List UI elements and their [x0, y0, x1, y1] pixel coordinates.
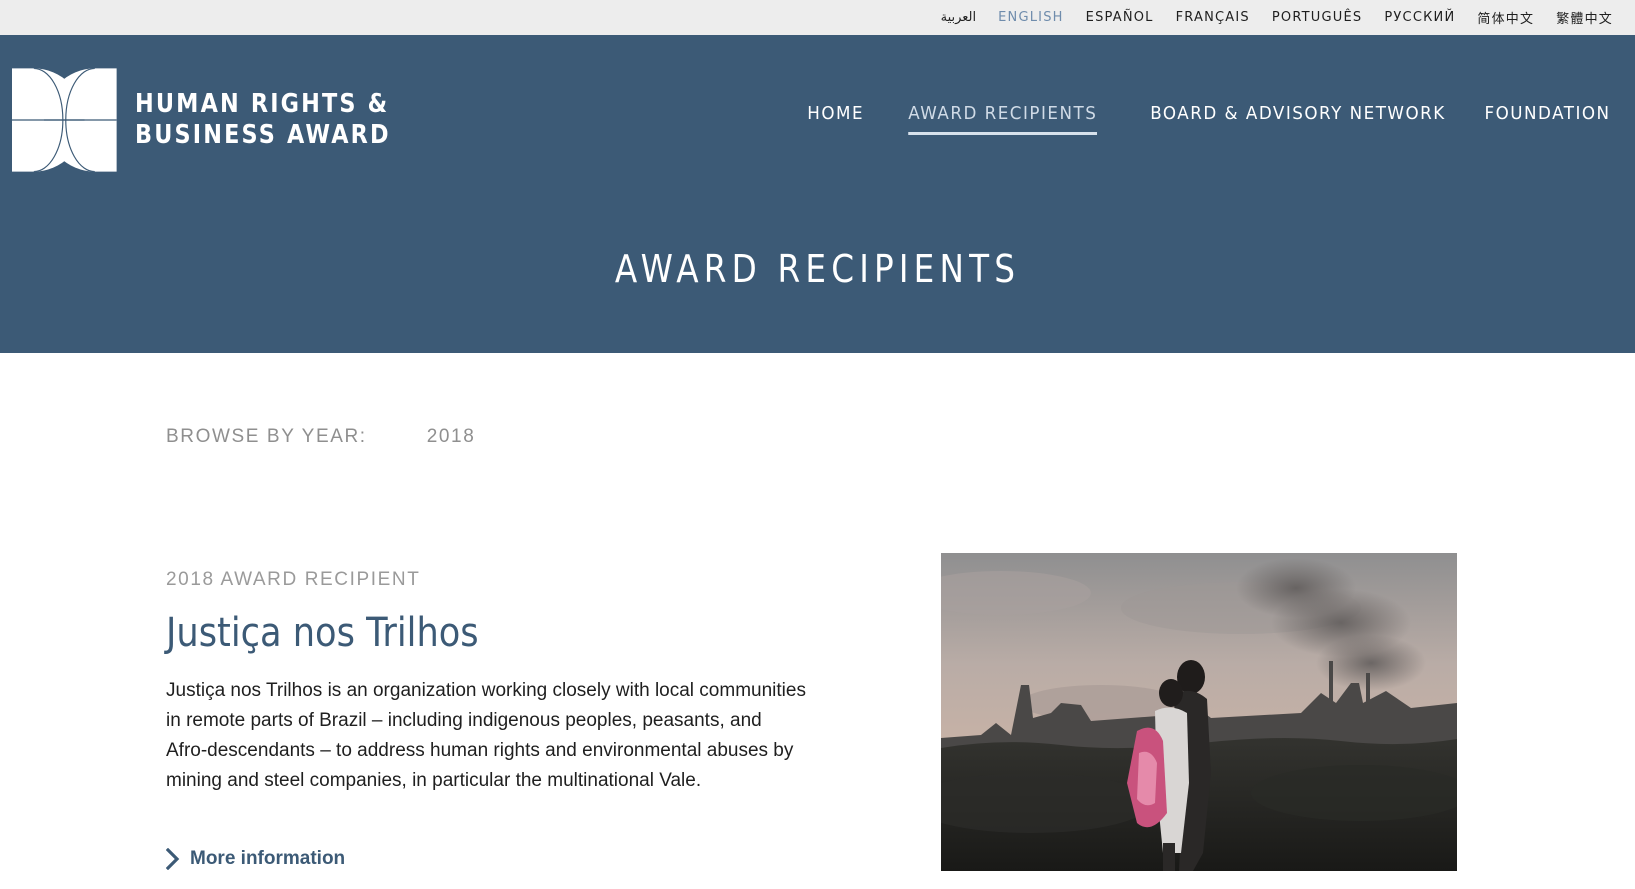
nav-award-recipients[interactable]: AWARD RECIPIENTS: [908, 103, 1098, 135]
site-header: HUMAN RIGHTS & BUSINESS AWARD HOME AWARD…: [0, 35, 1635, 353]
logo-line-2: BUSINESS AWARD: [134, 120, 391, 150]
lang-traditional-chinese[interactable]: 繁體中文: [1556, 8, 1613, 27]
logo-wordmark: HUMAN RIGHTS & BUSINESS AWARD: [135, 89, 391, 151]
nav-home[interactable]: HOME: [808, 103, 865, 135]
recipient-name: Justiça nos Trilhos: [166, 610, 479, 656]
logo-line-1: HUMAN RIGHTS &: [134, 89, 389, 119]
lang-english[interactable]: ENGLISH: [998, 10, 1064, 25]
nav-foundation[interactable]: FOUNDATION: [1485, 103, 1611, 135]
lang-arabic[interactable]: العربية: [941, 10, 977, 25]
lang-portuguese[interactable]: PORTUGUÊS: [1272, 10, 1362, 25]
language-list: العربية ENGLISH ESPAÑOL FRANÇAIS PORTUGU…: [919, 0, 1613, 35]
browse-label: BROWSE BY YEAR:: [166, 426, 367, 447]
language-bar: العربية ENGLISH ESPAÑOL FRANÇAIS PORTUGU…: [0, 0, 1635, 35]
year-filter-2018[interactable]: 2018: [427, 426, 476, 448]
recipient-photo: [941, 553, 1457, 871]
chevron-right-icon: [166, 848, 180, 870]
recipient-kicker: 2018 AWARD RECIPIENT: [166, 569, 421, 590]
page-title: AWARD RECIPIENTS: [614, 247, 1021, 291]
globe-logo-icon: [12, 68, 117, 172]
more-information-link[interactable]: More information: [166, 848, 345, 870]
browse-by-year: BROWSE BY YEAR: 2018: [166, 426, 475, 448]
recipient-description: Justiça nos Trilhos is an organization w…: [166, 680, 806, 791]
nav-board-advisory-network[interactable]: BOARD & ADVISORY NETWORK: [1150, 103, 1445, 135]
lang-spanish[interactable]: ESPAÑOL: [1086, 10, 1154, 25]
lang-french[interactable]: FRANÇAIS: [1176, 10, 1250, 25]
more-information-label: More information: [190, 848, 346, 869]
main-navigation: HOME AWARD RECIPIENTS BOARD & ADVISORY N…: [773, 103, 1611, 135]
site-logo-link[interactable]: HUMAN RIGHTS & BUSINESS AWARD: [12, 49, 432, 191]
lang-simplified-chinese[interactable]: 简体中文: [1477, 8, 1534, 27]
lang-russian[interactable]: РУССКИЙ: [1384, 10, 1455, 25]
